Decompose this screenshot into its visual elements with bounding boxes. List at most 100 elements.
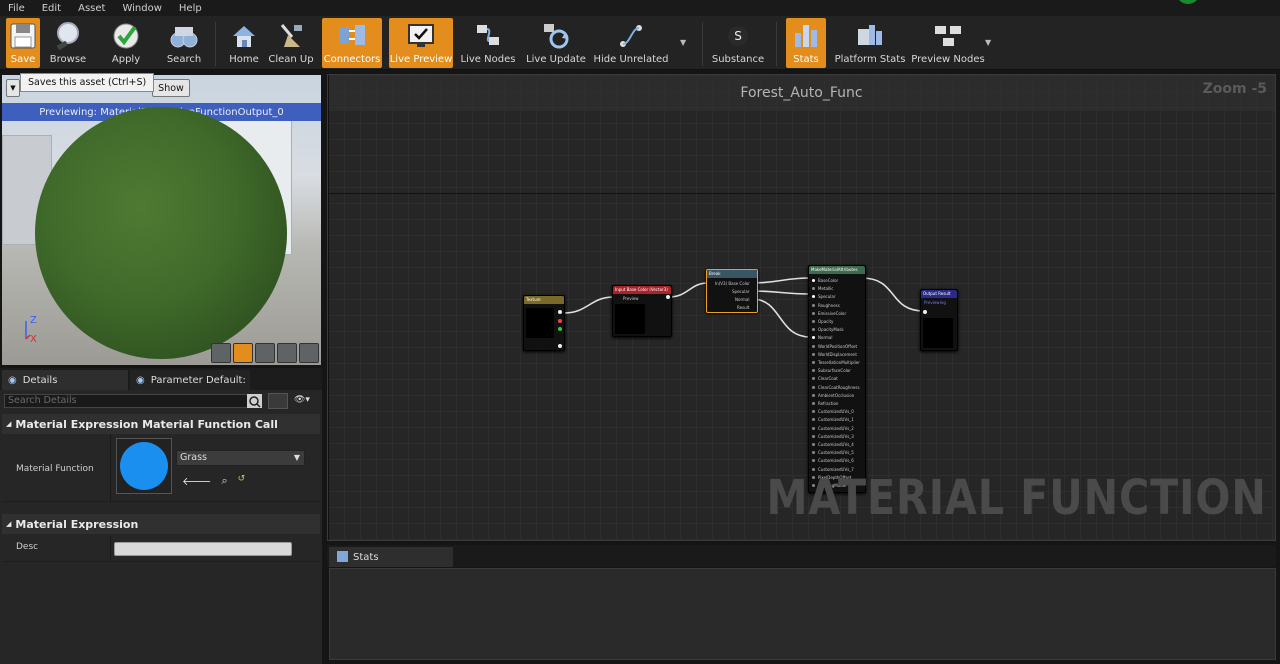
viewport-options-button[interactable]: ▼: [6, 79, 20, 97]
pin-dot-icon[interactable]: [812, 418, 815, 422]
pin-dot-icon[interactable]: [812, 287, 815, 291]
custom-mesh-icon[interactable]: [299, 343, 319, 363]
node-break[interactable]: Break In(V3) Base Color Specular Normal …: [706, 269, 758, 313]
plane-mesh-icon[interactable]: [255, 343, 275, 363]
cleanup-button[interactable]: Clean Up: [268, 18, 314, 68]
pin-dot-icon[interactable]: [812, 385, 815, 389]
material-graph-canvas[interactable]: Forest_Auto_Func Zoom -5 Texture Input B…: [327, 74, 1276, 541]
platform-stats-button[interactable]: Platform Stats: [835, 18, 905, 68]
connectors-button[interactable]: Connectors: [322, 18, 382, 68]
pin-dot-icon[interactable]: [812, 295, 815, 299]
stats-button[interactable]: Stats: [786, 18, 826, 68]
node-make-pin-label: AmbientOcclusion: [818, 392, 855, 398]
tab-details[interactable]: ◉ Details: [2, 370, 128, 390]
search-label: Search: [166, 54, 202, 65]
magnifier-icon: [53, 21, 83, 51]
browse-button[interactable]: Browse: [46, 18, 90, 68]
show-button[interactable]: Show: [152, 79, 190, 97]
live-preview-button[interactable]: Live Preview: [389, 18, 453, 68]
pin-dot-icon[interactable]: [812, 369, 815, 373]
material-function-watermark: MATERIAL FUNCTION: [766, 470, 1267, 526]
pin-dot-icon[interactable]: [812, 393, 815, 397]
chevron-down-icon[interactable]: ▼: [985, 38, 991, 47]
stats-label: Stats: [793, 54, 819, 65]
pin-dot-icon[interactable]: [812, 336, 815, 340]
substance-button[interactable]: S Substance: [712, 18, 764, 68]
section-material-expression[interactable]: ◢ Material Expression: [2, 514, 320, 534]
toolbar-separator: [215, 22, 216, 66]
pin-dot-icon[interactable]: [812, 303, 815, 307]
node-make-pin-label: Opacity: [818, 319, 834, 324]
save-button[interactable]: Save: [6, 18, 40, 68]
pin-dot-icon[interactable]: [558, 327, 562, 331]
pin-dot-icon[interactable]: [812, 361, 815, 364]
use-selected-arrow-icon[interactable]: 🡐: [182, 474, 212, 488]
pin-dot-icon[interactable]: [923, 310, 927, 314]
live-update-button[interactable]: Live Update: [526, 18, 586, 68]
search-button[interactable]: Search: [164, 18, 204, 68]
menu-help[interactable]: Help: [171, 3, 211, 14]
apply-button[interactable]: Apply: [106, 18, 146, 68]
preview-nodes-label: Preview Nodes: [911, 54, 985, 65]
menu-file[interactable]: File: [0, 3, 34, 14]
pin-dot-icon[interactable]: [812, 459, 815, 463]
browse-magnifier-icon[interactable]: ⌕: [222, 474, 228, 488]
pin-dot-icon[interactable]: [812, 279, 815, 282]
eye-icon[interactable]: 👁▾: [294, 395, 318, 407]
pin-dot-icon[interactable]: [812, 311, 815, 315]
pin-dot-icon[interactable]: [812, 443, 815, 446]
section-material-function-call[interactable]: ◢ Material Expression Material Function …: [2, 414, 320, 434]
menu-edit[interactable]: Edit: [34, 3, 70, 14]
node-make-pin-label: CustomizedUVs_0: [818, 409, 854, 415]
chevron-down-icon: ▼: [293, 453, 300, 462]
search-icon[interactable]: [247, 394, 262, 408]
reset-arrow-icon[interactable]: ↺: [238, 474, 246, 488]
pin-dot-icon[interactable]: [812, 410, 815, 414]
preview-viewport[interactable]: ▼ Show Previewing: MaterialExpressionFun…: [2, 75, 321, 365]
material-function-combo[interactable]: Grass ▼: [176, 450, 305, 466]
pin-dot-icon[interactable]: [812, 426, 815, 430]
chevron-down-icon[interactable]: ▼: [680, 38, 686, 47]
menu-asset[interactable]: Asset: [70, 3, 114, 14]
pin-dot-icon[interactable]: [812, 402, 815, 405]
node-make-material-attributes[interactable]: MakeMaterialAttributes BaseColor Metallic…: [808, 265, 866, 493]
node-make-pin-label: SubsurfaceColor: [818, 368, 851, 374]
cube-mesh-icon[interactable]: [277, 343, 297, 363]
pin-dot-icon[interactable]: [812, 344, 815, 348]
node-break-pin-0: In(V3) Base Color: [715, 281, 750, 286]
stats-tabbar: Stats: [327, 545, 1276, 567]
pin-dot-icon[interactable]: [812, 377, 815, 381]
node-make-pin-label: Roughness: [818, 302, 840, 308]
preview-nodes-button[interactable]: Preview Nodes: [911, 18, 985, 68]
pin-dot-icon[interactable]: [558, 344, 562, 348]
live-nodes-button[interactable]: Live Nodes: [460, 18, 516, 68]
pin-dot-icon[interactable]: [812, 352, 815, 356]
show-label: Show: [158, 82, 184, 94]
stats-panel: [329, 568, 1276, 660]
pin-dot-icon[interactable]: [558, 310, 562, 314]
tab-parameter-defaults[interactable]: ◉ Parameter Default:: [130, 370, 250, 390]
home-button[interactable]: Home: [226, 18, 262, 68]
hide-unrelated-button[interactable]: Hide Unrelated: [594, 18, 669, 68]
node-texture[interactable]: Texture: [523, 295, 565, 351]
material-function-thumbnail[interactable]: [116, 438, 172, 494]
pin-dot-icon[interactable]: [812, 320, 815, 323]
desc-input[interactable]: [114, 542, 292, 556]
node-input-base-color[interactable]: Input Base Color (Vector3) Preview: [612, 285, 672, 337]
pin-dot-icon[interactable]: [812, 434, 815, 438]
sphere-mesh-icon[interactable]: [233, 343, 253, 363]
property-matrix-icon[interactable]: [268, 393, 288, 409]
tab-stats[interactable]: Stats: [329, 547, 453, 567]
menu-window[interactable]: Window: [114, 3, 170, 14]
home-icon: [229, 21, 259, 51]
tab-details-label: Details: [22, 374, 58, 386]
node-output-result[interactable]: Output Result Previewing: [920, 289, 958, 351]
pin-dot-icon[interactable]: [558, 319, 562, 323]
search-details-input[interactable]: Search Details: [4, 394, 262, 408]
pin-dot-icon[interactable]: [812, 451, 815, 455]
connectors-icon: [337, 21, 367, 51]
section-expr-label: Material Expression: [15, 517, 139, 531]
cylinder-mesh-icon[interactable]: [211, 343, 231, 363]
pin-dot-icon[interactable]: [666, 295, 670, 299]
pin-dot-icon[interactable]: [812, 328, 815, 332]
